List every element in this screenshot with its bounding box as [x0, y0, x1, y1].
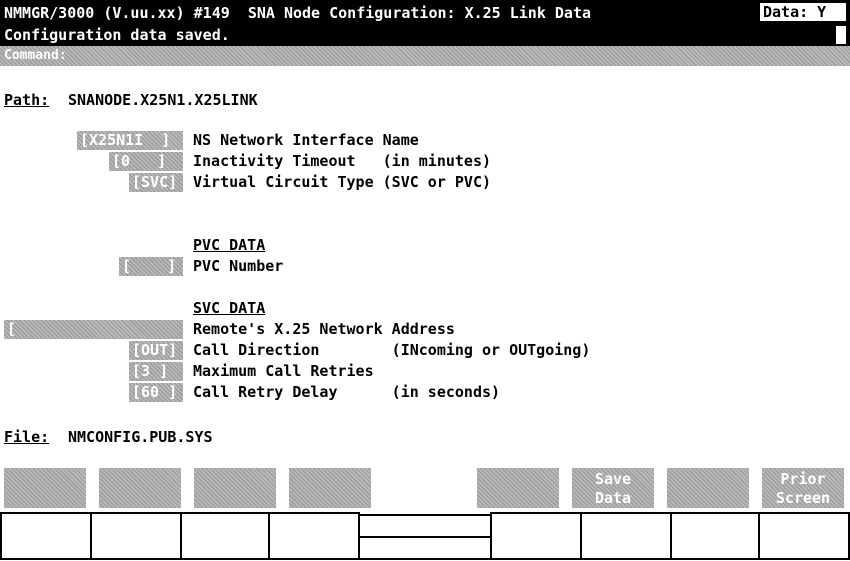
retry-delay-value: 60: [141, 383, 169, 401]
vc-type-value: SVC: [141, 173, 169, 191]
call-direction-field[interactable]: [OUT]: [129, 341, 183, 360]
save-data-key[interactable]: Save Data: [572, 468, 654, 508]
function-key-3[interactable]: [194, 468, 276, 508]
svc-section-header: SVC DATA: [193, 299, 266, 317]
save-data-line1: Save: [594, 470, 632, 488]
call-direction-value: OUT: [141, 341, 169, 359]
bottom-cell-1: [0, 512, 92, 560]
function-key-1[interactable]: [4, 468, 86, 508]
max-retries-value: 3: [141, 362, 160, 380]
prior-screen-line1: Prior: [780, 470, 826, 488]
pvc-number-field[interactable]: [ ]: [119, 257, 183, 276]
status-message: Configuration data saved.: [4, 26, 230, 44]
pvc-number-value: [131, 257, 167, 275]
function-key-5[interactable]: [477, 468, 559, 508]
bottom-cell-2: [90, 512, 182, 560]
ns-interface-label: NS Network Interface Name: [193, 131, 419, 149]
path-value: SNANODE.X25N1.X25LINK: [68, 91, 258, 109]
command-input[interactable]: [0, 46, 850, 66]
bottom-cell-5a: [358, 514, 492, 538]
pvc-number-label: PVC Number: [193, 257, 284, 275]
save-data-line2: Data: [594, 489, 632, 507]
command-label: Command:: [4, 48, 67, 63]
prior-screen-line2: Screen: [775, 489, 831, 507]
bottom-cell-8: [670, 512, 760, 560]
text-cursor: [836, 26, 846, 44]
bottom-cell-6: [490, 512, 582, 560]
ns-interface-value: X25N1I: [89, 131, 162, 149]
bottom-cell-5b: [358, 536, 492, 560]
vc-type-field[interactable]: [SVC]: [129, 173, 183, 192]
bottom-cell-7: [580, 512, 672, 560]
function-key-4[interactable]: [289, 468, 371, 508]
ns-interface-field[interactable]: [X25N1I ]: [77, 131, 183, 150]
function-key-2[interactable]: [99, 468, 181, 508]
bottom-cell-4: [268, 512, 360, 560]
data-flag: Data: Y: [763, 3, 827, 21]
inactivity-label: Inactivity Timeout (in minutes): [193, 152, 492, 170]
function-key-7[interactable]: [667, 468, 749, 508]
max-retries-field[interactable]: [3 ]: [129, 362, 183, 381]
bottom-cell-9: [758, 512, 850, 560]
call-direction-label: Call Direction (INcoming or OUTgoing): [193, 341, 591, 359]
file-label: File:: [4, 428, 50, 446]
retry-delay-field[interactable]: [60 ]: [129, 383, 183, 402]
pvc-section-header: PVC DATA: [193, 236, 266, 254]
max-retries-label: Maximum Call Retries: [193, 362, 374, 380]
vc-type-label: Virtual Circuit Type (SVC or PVC): [193, 173, 492, 191]
remote-address-label: Remote's X.25 Network Address: [193, 320, 455, 338]
prior-screen-key[interactable]: Prior Screen: [762, 468, 844, 508]
inactivity-value: 0: [121, 152, 158, 170]
path-label: Path:: [4, 91, 50, 109]
remote-address-field[interactable]: [: [4, 320, 183, 339]
bottom-cell-3: [180, 512, 270, 560]
file-value: NMCONFIG.PUB.SYS: [68, 428, 213, 446]
inactivity-field[interactable]: [0 ]: [109, 152, 183, 171]
retry-delay-label: Call Retry Delay (in seconds): [193, 383, 501, 401]
screen-title: NMMGR/3000 (V.uu.xx) #149 SNA Node Confi…: [4, 4, 591, 22]
